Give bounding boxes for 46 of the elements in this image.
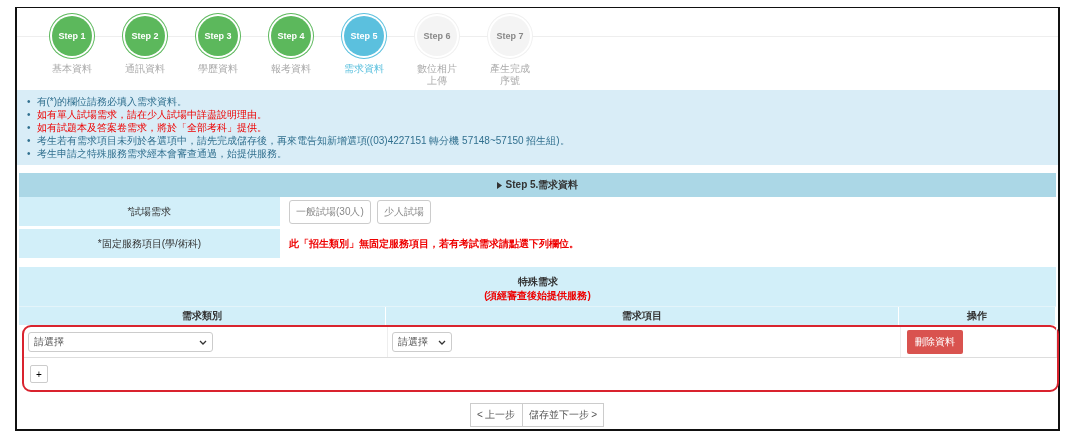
bullet-mark: • [27, 147, 31, 160]
option-button[interactable]: 少人試場 [376, 199, 431, 224]
column-header: 需求類別 [19, 307, 386, 325]
step-caption: 需求資料 [344, 63, 384, 75]
step-circle[interactable]: Step 6 [417, 16, 457, 56]
caret-icon [438, 339, 446, 345]
step-caption: 數位相片 [417, 63, 457, 75]
step-circle[interactable]: Step 2 [125, 16, 165, 56]
section-title: Step 5.需求資料 [505, 178, 579, 192]
delete-button[interactable]: 刪除資料 [907, 330, 963, 354]
bullet-mark: • [27, 134, 31, 147]
step-caption: 序號 [500, 75, 520, 87]
step-caption: 學歷資料 [198, 63, 238, 75]
notice-message: 此「招生類別」無固定服務項目，若有考試需求請點選下列欄位。 [289, 236, 579, 251]
column-header: 需求項目 [386, 307, 899, 325]
step-circle[interactable]: Step 7 [490, 16, 530, 56]
option-button[interactable]: 一般試場(30人) [289, 199, 371, 224]
notice-text: 如有試題本及答案卷需求，將於「全部考科」提供。 [36, 121, 267, 134]
step-caption: 基本資料 [52, 63, 92, 75]
notice-text: 考生申請之特殊服務需求經本會審查通過，始提供服務。 [36, 147, 287, 160]
item-select[interactable]: 請選擇 [392, 332, 452, 352]
step-caption: 報考資料 [271, 63, 311, 75]
bullet-mark: • [27, 108, 31, 121]
category-select[interactable]: 請選擇 [28, 332, 213, 352]
bullet-mark: • [27, 95, 31, 108]
step-caption: 通訊資料 [125, 63, 165, 75]
special-subtitle: (須經審查後始提供服務) [484, 289, 591, 303]
step-caption: 上傳 [427, 75, 447, 87]
step-circle[interactable]: Step 5 [344, 16, 384, 56]
previous-button[interactable]: < 上一步 [469, 403, 523, 427]
notice-text: 考生若有需求項目未列於各選項中，請先完成儲存後，再來電告知新增選項((03)4227151 轉分機 57148~57150 招生組)。 [36, 134, 570, 147]
triangle-icon [496, 181, 502, 189]
notice-text: 有(*)的欄位請務必填入需求資料。 [36, 95, 188, 108]
column-header: 操作 [899, 307, 1056, 325]
special-title: 特殊需求 [517, 275, 558, 289]
step-circle[interactable]: Step 1 [52, 16, 92, 56]
save-next-button[interactable]: 儲存並下一步 > [521, 403, 605, 427]
step-caption: 產生完成 [490, 63, 530, 75]
field-label: *試場需求 [19, 197, 280, 226]
field-label: *固定服務項目(學/術科) [19, 229, 280, 258]
step-circle[interactable]: Step 3 [198, 16, 238, 56]
add-button[interactable]: + [30, 365, 48, 383]
step-circle[interactable]: Step 4 [271, 16, 311, 56]
caret-icon [199, 339, 207, 345]
bullet-mark: • [27, 121, 31, 134]
notice-text: 如有單人試場需求，請在少人試場中詳盡說明理由。 [36, 108, 267, 121]
